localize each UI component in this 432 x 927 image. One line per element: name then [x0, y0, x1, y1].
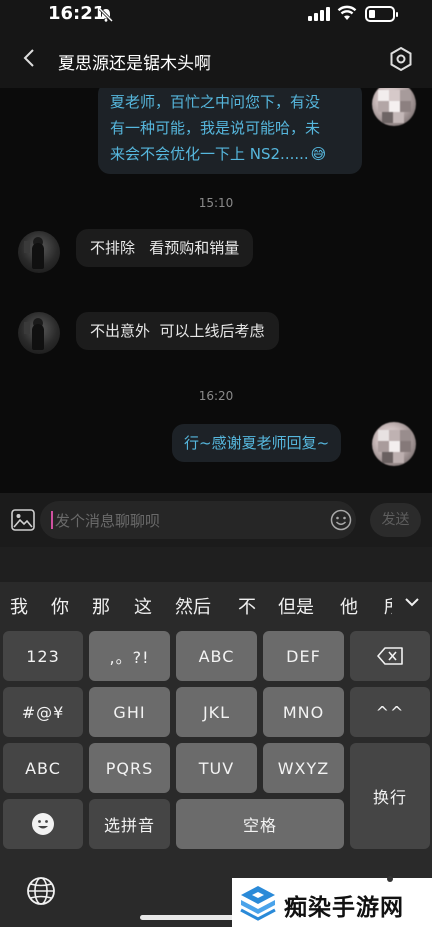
key-emoticon[interactable]: ^^	[350, 687, 430, 737]
key-abc-english[interactable]: ABC	[3, 743, 83, 793]
message-timestamp: 16:20	[198, 389, 234, 403]
wifi-icon	[337, 5, 357, 20]
select-pinyin-key[interactable]: 选拼音	[89, 799, 170, 849]
candidate-word[interactable]: 但是	[278, 593, 314, 619]
status-bar: 16:21	[0, 0, 432, 30]
space-key[interactable]: 空格	[176, 799, 344, 849]
sweat-smile-emoji: 😅	[310, 145, 327, 163]
message-input-placeholder: 发个消息聊聊呗	[55, 512, 161, 530]
status-time: 16:21	[48, 3, 106, 24]
chevron-down-icon[interactable]	[404, 594, 420, 610]
key-punctuation[interactable]: ,。?!	[89, 631, 170, 681]
key-jkl[interactable]: JKL	[176, 687, 257, 737]
message-input[interactable]: 发个消息聊聊呗	[40, 501, 356, 539]
key-def[interactable]: DEF	[263, 631, 344, 681]
bell-muted-icon	[98, 7, 114, 23]
chat-title: 夏思源还是锯木头啊	[58, 54, 211, 74]
send-button[interactable]: 发送	[370, 503, 421, 537]
candidate-word[interactable]: 然后	[175, 593, 211, 619]
avatar-contact[interactable]	[18, 231, 60, 273]
enter-key[interactable]: 换行	[350, 743, 430, 849]
candidate-word[interactable]: 你	[51, 593, 69, 619]
candidate-word-partial[interactable]: 所	[384, 593, 392, 617]
key-wxyz[interactable]: WXYZ	[263, 743, 344, 793]
avatar-self[interactable]	[372, 88, 416, 126]
key-symbols[interactable]: #@¥	[3, 687, 83, 737]
key-tuv[interactable]: TUV	[176, 743, 257, 793]
text-caret	[51, 511, 53, 529]
watermark-dot	[387, 876, 393, 882]
battery-icon	[365, 6, 398, 22]
message-bubble-outgoing[interactable]: 行~感谢夏老师回复~	[172, 424, 342, 462]
emoji-picker-icon[interactable]	[330, 509, 352, 531]
key-mno[interactable]: MNO	[263, 687, 344, 737]
candidate-word[interactable]: 他	[340, 593, 358, 619]
back-arrow-icon[interactable]	[18, 46, 42, 70]
key-123[interactable]: 123	[3, 631, 83, 681]
message-bubble-outgoing[interactable]: 夏老师，百忙之中问您下，有没 有一种可能，我是说可能哈，未 来会不会优化一下上 …	[98, 88, 362, 174]
candidate-word[interactable]: 不	[238, 593, 256, 619]
keyboard-top-strip	[0, 547, 432, 582]
key-pqrs[interactable]: PQRS	[89, 743, 170, 793]
settings-hexagon-icon[interactable]	[388, 46, 414, 72]
chat-header: 夏思源还是锯木头啊	[0, 30, 432, 88]
message-line: 来会不会优化一下上 NS2...... 😅	[110, 145, 327, 163]
message-line: 夏老师，百忙之中问您下，有没	[110, 93, 321, 111]
candidate-word[interactable]: 这	[134, 593, 152, 619]
key-ghi[interactable]: GHI	[89, 687, 170, 737]
key-abc[interactable]: ABC	[176, 631, 257, 681]
candidate-word[interactable]: 我	[10, 593, 28, 619]
emoji-key[interactable]	[3, 799, 83, 849]
cellular-signal-icon	[308, 7, 330, 21]
site-watermark: 痴染手游网	[232, 876, 432, 927]
message-input-bar: 发个消息聊聊呗 发送	[0, 493, 432, 547]
message-timestamp: 15:10	[198, 196, 234, 210]
candidate-word[interactable]: 那	[92, 593, 110, 619]
avatar-self[interactable]	[372, 422, 416, 466]
backspace-key[interactable]	[350, 631, 430, 681]
image-picker-icon[interactable]	[11, 509, 35, 531]
message-list[interactable]: 夏老师，百忙之中问您下，有没 有一种可能，我是说可能哈，未 来会不会优化一下上 …	[0, 88, 432, 493]
globe-icon[interactable]	[26, 876, 56, 906]
message-bubble-incoming[interactable]: 不排除 看预购和销量	[76, 229, 254, 267]
message-line: 有一种可能，我是说可能哈，未	[110, 119, 321, 137]
smiley-icon	[32, 813, 54, 835]
avatar-contact[interactable]	[18, 312, 60, 354]
backspace-icon	[377, 647, 403, 665]
site-logo-icon	[240, 886, 276, 921]
ime-candidate-bar: 我 你 那 这 然后 不 但是 他 所	[0, 582, 432, 626]
watermark-text: 痴染手游网	[284, 895, 404, 921]
message-bubble-incoming[interactable]: 不出意外 可以上线后考虑	[76, 312, 279, 350]
